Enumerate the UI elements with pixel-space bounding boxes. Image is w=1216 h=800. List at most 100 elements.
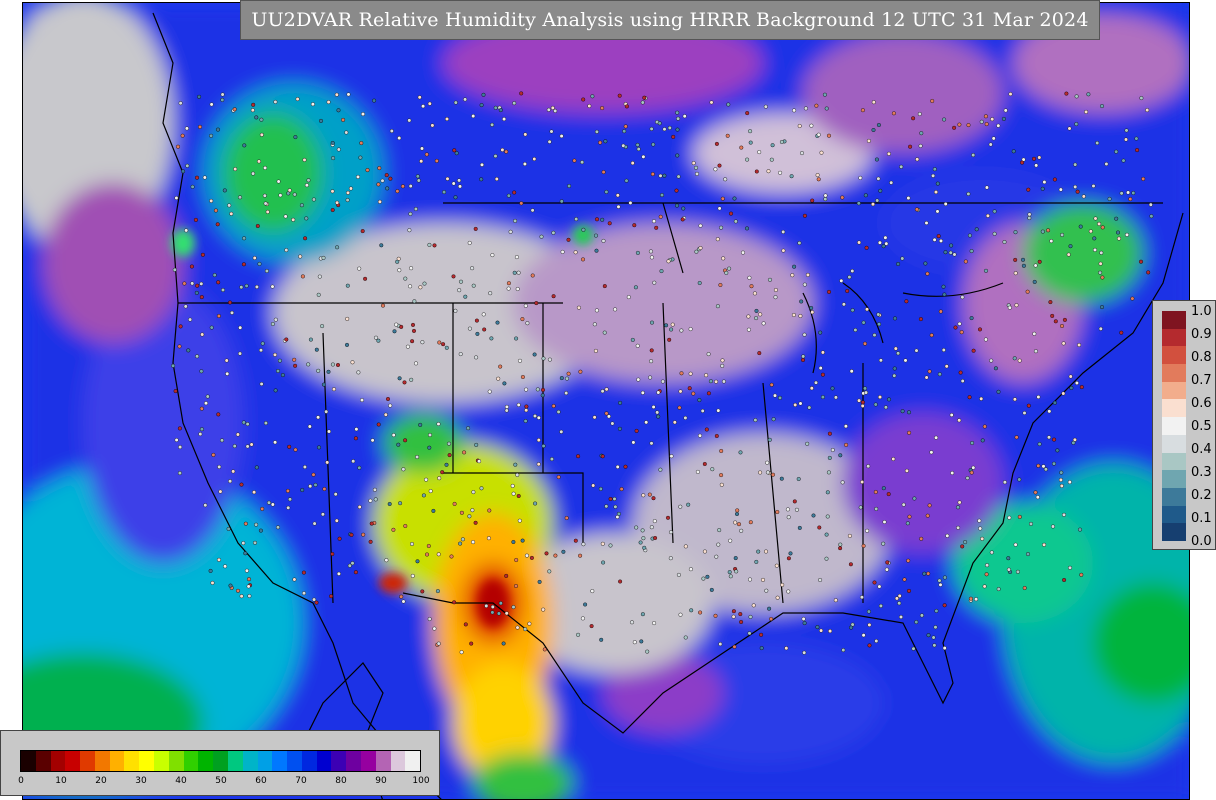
observation-dot <box>330 140 335 145</box>
observation-dot <box>698 223 703 228</box>
observation-dot <box>642 95 647 100</box>
observation-dot <box>222 188 227 193</box>
observation-dot <box>748 520 753 525</box>
observation-dot <box>228 479 233 484</box>
observation-dot <box>392 329 397 334</box>
observation-dot <box>887 397 892 402</box>
map-canvas[interactable] <box>22 2 1190 800</box>
observation-dot <box>313 482 318 487</box>
observation-dot <box>1007 305 1012 310</box>
observation-dot <box>830 386 835 391</box>
observation-dot <box>243 551 248 556</box>
observation-dot <box>357 465 362 470</box>
observation-dot <box>907 430 912 435</box>
observation-dot <box>1032 331 1037 336</box>
observation-dot <box>565 376 570 381</box>
observation-dot <box>681 206 686 211</box>
observation-dot <box>984 268 989 273</box>
observation-dot <box>638 540 643 545</box>
observation-dot <box>316 415 321 420</box>
observation-dot <box>824 106 829 111</box>
observation-dot <box>401 599 406 604</box>
observation-dot <box>1017 514 1022 519</box>
observation-dot <box>847 533 852 538</box>
observation-dot <box>866 138 871 143</box>
observation-dot <box>892 373 897 378</box>
observation-dot <box>302 465 307 470</box>
observation-dot <box>604 387 609 392</box>
observation-dot <box>719 482 724 487</box>
observation-dot <box>720 363 725 368</box>
observation-dot <box>932 643 937 648</box>
observation-dot <box>608 497 613 502</box>
observation-dot <box>619 487 624 492</box>
observation-dot <box>773 288 778 293</box>
observation-dot <box>436 552 441 557</box>
observation-dot <box>925 513 930 518</box>
observation-dot <box>292 357 297 362</box>
observation-dot <box>430 123 435 128</box>
observation-dot <box>714 141 719 146</box>
observation-dot <box>351 459 356 464</box>
observation-dot <box>415 174 420 179</box>
observation-dot <box>460 537 465 542</box>
observation-dot <box>745 111 750 116</box>
observation-dot <box>845 289 850 294</box>
observation-dot <box>374 335 379 340</box>
observation-dot <box>1026 403 1031 408</box>
observation-dot <box>337 536 342 541</box>
observation-dot <box>657 121 662 126</box>
observation-dot <box>1079 572 1084 577</box>
observation-dot <box>818 330 823 335</box>
observation-dot <box>937 372 942 377</box>
observation-dot <box>590 589 595 594</box>
observation-dot <box>255 223 260 228</box>
observation-dot <box>336 108 341 113</box>
observation-dot <box>650 320 655 325</box>
observation-dot <box>713 613 718 618</box>
observation-dot <box>791 313 796 318</box>
observation-dot <box>306 178 311 183</box>
observation-dot <box>301 570 306 575</box>
observation-dot <box>1021 263 1026 268</box>
observation-dot <box>391 527 396 532</box>
observation-dot <box>302 591 307 596</box>
observation-dot <box>630 337 635 342</box>
rh-colorbar-tick-label: 30 <box>135 776 147 786</box>
observation-dot <box>801 354 806 359</box>
observation-dot <box>256 159 261 164</box>
observation-dot <box>675 110 680 115</box>
rh-colorbar-segment <box>168 751 184 771</box>
observation-dot <box>252 255 257 260</box>
observation-dot <box>190 281 195 286</box>
observation-dot <box>200 332 205 337</box>
observation-dot <box>293 363 298 368</box>
observation-dot <box>458 184 463 189</box>
observation-dot <box>819 628 824 633</box>
observation-dot <box>636 377 641 382</box>
observation-dot <box>275 525 280 530</box>
observation-dot <box>989 550 994 555</box>
observation-dot <box>379 243 384 248</box>
obs-legend-label: 0.7 <box>1191 373 1212 388</box>
observation-dot <box>285 488 290 493</box>
observation-dot <box>960 544 965 549</box>
observation-dot <box>1104 161 1109 166</box>
observation-dot <box>453 195 458 200</box>
observation-dot <box>814 380 819 385</box>
observation-dot <box>239 482 244 487</box>
observation-dot <box>377 166 382 171</box>
observation-dot <box>1003 108 1008 113</box>
observation-dot <box>345 342 350 347</box>
observation-dot <box>1060 232 1065 237</box>
observation-dot <box>508 229 513 234</box>
observation-dot <box>876 176 881 181</box>
observation-dot <box>400 184 405 189</box>
observation-dot <box>357 505 362 510</box>
observation-dot <box>957 321 962 326</box>
observation-dot <box>345 283 350 288</box>
observation-dot <box>533 501 538 506</box>
observation-dot <box>1053 319 1058 324</box>
observation-dot <box>907 410 912 415</box>
observation-dot <box>952 125 957 130</box>
